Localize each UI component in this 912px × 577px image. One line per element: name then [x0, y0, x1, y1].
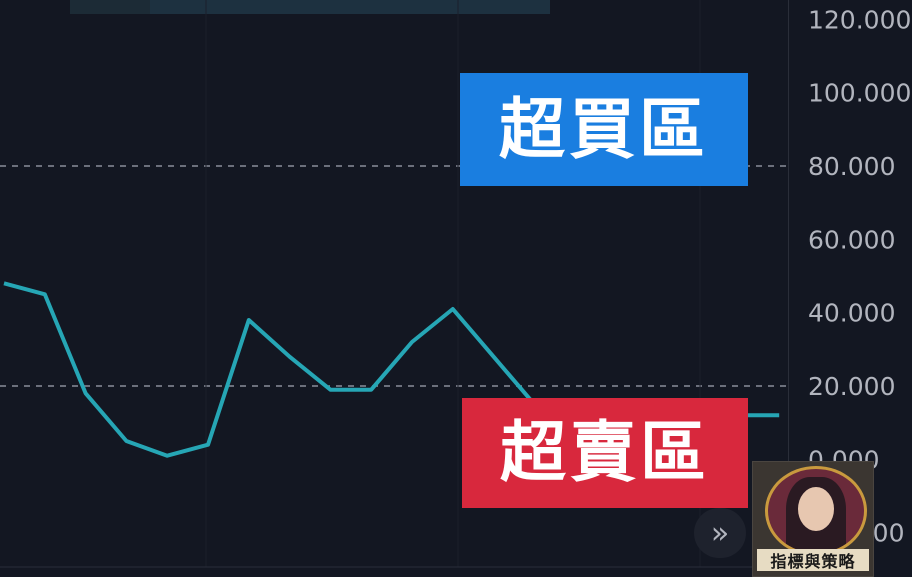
oversold-zone-label: 超賣區	[462, 398, 748, 508]
y-tick-label: 120.000	[808, 5, 911, 34]
overbought-zone-label: 超買區	[460, 73, 748, 186]
watermark-logo: 指標與策略	[752, 461, 874, 577]
y-tick-label: 100.000	[808, 79, 911, 108]
watermark-text: 指標與策略	[757, 549, 869, 571]
y-tick-label: 40.000	[808, 299, 895, 328]
rsi-chart-panel[interactable]: 120.000100.00080.00060.00040.00020.0000.…	[0, 0, 912, 575]
portrait-icon	[765, 466, 867, 556]
double-chevron-right-icon: »	[711, 516, 729, 551]
scroll-to-realtime-button[interactable]: »	[694, 508, 746, 558]
y-tick-label: 20.000	[808, 372, 895, 401]
y-tick-label: 60.000	[808, 225, 895, 254]
y-tick-label: 80.000	[808, 152, 895, 181]
